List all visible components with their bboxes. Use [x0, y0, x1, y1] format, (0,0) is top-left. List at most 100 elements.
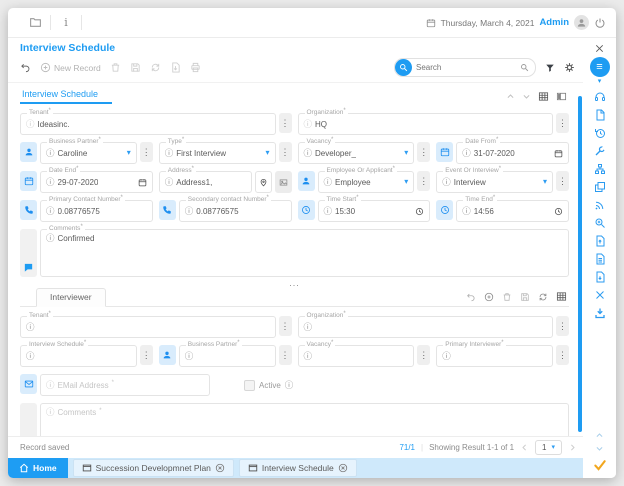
- tab-succession-plan[interactable]: Succession Developmnet Plan: [73, 459, 234, 477]
- time-picker-icon[interactable]: [415, 207, 424, 216]
- interviewer-organization-field[interactable]: Organization* ⓘ: [298, 316, 554, 338]
- power-icon[interactable]: [594, 17, 606, 29]
- tab-interview-schedule[interactable]: Interview Schedule: [20, 89, 112, 104]
- scroll-up-icon[interactable]: [595, 431, 604, 440]
- time-picker-icon[interactable]: [554, 207, 563, 216]
- kebab-menu-icon[interactable]: ⋮: [140, 142, 153, 162]
- sitemap-icon[interactable]: [594, 163, 606, 175]
- add-row-button[interactable]: [484, 292, 494, 302]
- grid-view-icon[interactable]: [538, 91, 549, 102]
- copy-icon[interactable]: [594, 181, 606, 193]
- undo-button[interactable]: [466, 292, 476, 302]
- active-checkbox[interactable]: [244, 380, 255, 391]
- signal-icon[interactable]: [594, 199, 606, 211]
- avatar[interactable]: [574, 15, 589, 30]
- filter-icon[interactable]: [545, 63, 555, 73]
- card-view-icon[interactable]: [556, 91, 567, 102]
- scroll-down-icon[interactable]: [595, 444, 604, 453]
- map-pin-icon[interactable]: [255, 171, 272, 193]
- date-picker-icon[interactable]: [138, 178, 147, 187]
- page-selector[interactable]: 1 ▾: [535, 440, 562, 455]
- interviewer-schedule-field[interactable]: Interview Schedule* ⓘ: [20, 345, 137, 367]
- interviewer-comments-field[interactable]: ⓘ Comments *: [40, 403, 569, 436]
- interviewer-business-partner-field[interactable]: Business Partner* ⓘ: [179, 345, 276, 367]
- kebab-menu-icon[interactable]: ⋮: [556, 345, 569, 365]
- history-icon[interactable]: [594, 127, 606, 139]
- print-button[interactable]: [190, 62, 201, 73]
- type-field[interactable]: Type* ⓘ First Interview ▾: [159, 142, 276, 164]
- info-tab-icon[interactable]: i: [51, 8, 81, 37]
- search-input[interactable]: [412, 63, 520, 72]
- zoom-search-icon[interactable]: [594, 217, 606, 229]
- vacancy-field[interactable]: Vacancy* ⓘ Developer_ ▾: [298, 142, 415, 164]
- kebab-menu-icon[interactable]: ⋮: [556, 113, 569, 133]
- kebab-menu-icon[interactable]: ⋮: [417, 345, 430, 365]
- folder-icon[interactable]: [20, 8, 50, 37]
- business-partner-field[interactable]: Business Partner* ⓘ Caroline ▾: [40, 142, 137, 164]
- new-record-button[interactable]: New Record: [40, 62, 101, 73]
- time-start-field[interactable]: Time Start* ⓘ 15:30: [318, 200, 431, 222]
- primary-contact-field[interactable]: Primary Contact Number* ⓘ 0.08776575: [40, 200, 153, 222]
- document-icon[interactable]: [594, 109, 606, 121]
- kebab-menu-icon[interactable]: ⋮: [417, 171, 430, 191]
- delete-button[interactable]: [110, 62, 121, 73]
- close-tab-icon[interactable]: [215, 463, 225, 473]
- export-button[interactable]: [170, 62, 181, 73]
- refresh-button[interactable]: [538, 292, 548, 302]
- splitter-handle[interactable]: ...: [20, 281, 569, 286]
- kebab-menu-icon[interactable]: ⋮: [556, 171, 569, 191]
- tab-interviewer[interactable]: Interviewer: [36, 288, 106, 307]
- file-grid-icon[interactable]: [594, 253, 606, 265]
- kebab-menu-icon[interactable]: ⋮: [556, 316, 569, 336]
- interviewer-tenant-field[interactable]: Tenant* ⓘ: [20, 316, 276, 338]
- email-field[interactable]: ⓘ EMail Address *: [40, 374, 210, 396]
- date-from-field[interactable]: Date From* ⓘ 31-07-2020: [456, 142, 569, 164]
- date-picker-icon[interactable]: [554, 149, 563, 158]
- kebab-menu-icon[interactable]: ⋮: [279, 142, 292, 162]
- collapse-up-icon[interactable]: [506, 92, 515, 101]
- support-icon[interactable]: [594, 91, 606, 103]
- user-name[interactable]: Admin: [539, 17, 569, 28]
- undo-button[interactable]: [20, 62, 31, 73]
- close-tab-icon[interactable]: [338, 463, 348, 473]
- address-field[interactable]: Address* ⓘ Address1,: [159, 171, 252, 193]
- date-end-field[interactable]: Date End* ⓘ 29-07-2020: [40, 171, 153, 193]
- employee-or-applicant-field[interactable]: Employee Or Applicant* ⓘ Employee ▾: [318, 171, 415, 193]
- check-icon[interactable]: [593, 458, 607, 472]
- search-bar[interactable]: [394, 58, 536, 77]
- next-page-icon[interactable]: [568, 443, 577, 452]
- gear-icon[interactable]: [564, 62, 575, 73]
- collapse-down-icon[interactable]: [522, 92, 531, 101]
- prev-page-icon[interactable]: [520, 443, 529, 452]
- kebab-menu-icon[interactable]: ⋮: [279, 345, 292, 365]
- file-upload-icon[interactable]: [594, 235, 606, 247]
- event-or-interview-field[interactable]: Event Or Interview* ⓘ Interview ▾: [436, 171, 553, 193]
- kebab-menu-icon[interactable]: ⋮: [279, 113, 292, 133]
- tab-interview-schedule-bottom[interactable]: Interview Schedule: [239, 459, 357, 477]
- tenant-field[interactable]: Tenant* ⓘ Ideasinc.: [20, 113, 276, 135]
- comments-field[interactable]: Comments* ⓘ Confirmed: [40, 229, 569, 277]
- wrench-icon[interactable]: [594, 145, 606, 157]
- kebab-menu-icon[interactable]: ⋮: [417, 142, 430, 162]
- download-icon[interactable]: [594, 307, 606, 319]
- organization-field[interactable]: Organization* ⓘ HQ: [298, 113, 554, 135]
- file-download-icon[interactable]: [594, 271, 606, 283]
- map-image-icon[interactable]: [275, 171, 292, 193]
- close-x-icon[interactable]: [594, 289, 606, 301]
- kebab-menu-icon[interactable]: ⋮: [279, 316, 292, 336]
- tab-home[interactable]: Home: [8, 458, 68, 478]
- secondary-contact-field[interactable]: Secondary contact Number* ⓘ 0.08776575: [179, 200, 292, 222]
- time-end-field[interactable]: Time End* ⓘ 14:56: [456, 200, 569, 222]
- grid-view-icon[interactable]: [556, 291, 567, 302]
- menu-button[interactable]: ≡: [590, 57, 610, 77]
- close-icon[interactable]: [594, 43, 605, 54]
- primary-interviewer-field[interactable]: Primary Interviewer* ⓘ: [436, 345, 553, 367]
- search-icon[interactable]: [395, 59, 412, 76]
- vertical-scrollbar[interactable]: [578, 96, 582, 432]
- save-button[interactable]: [130, 62, 141, 73]
- kebab-menu-icon[interactable]: ⋮: [140, 345, 153, 365]
- interviewer-vacancy-field[interactable]: Vacancy* ⓘ: [298, 345, 415, 367]
- delete-button[interactable]: [502, 292, 512, 302]
- refresh-button[interactable]: [150, 62, 161, 73]
- save-button[interactable]: [520, 292, 530, 302]
